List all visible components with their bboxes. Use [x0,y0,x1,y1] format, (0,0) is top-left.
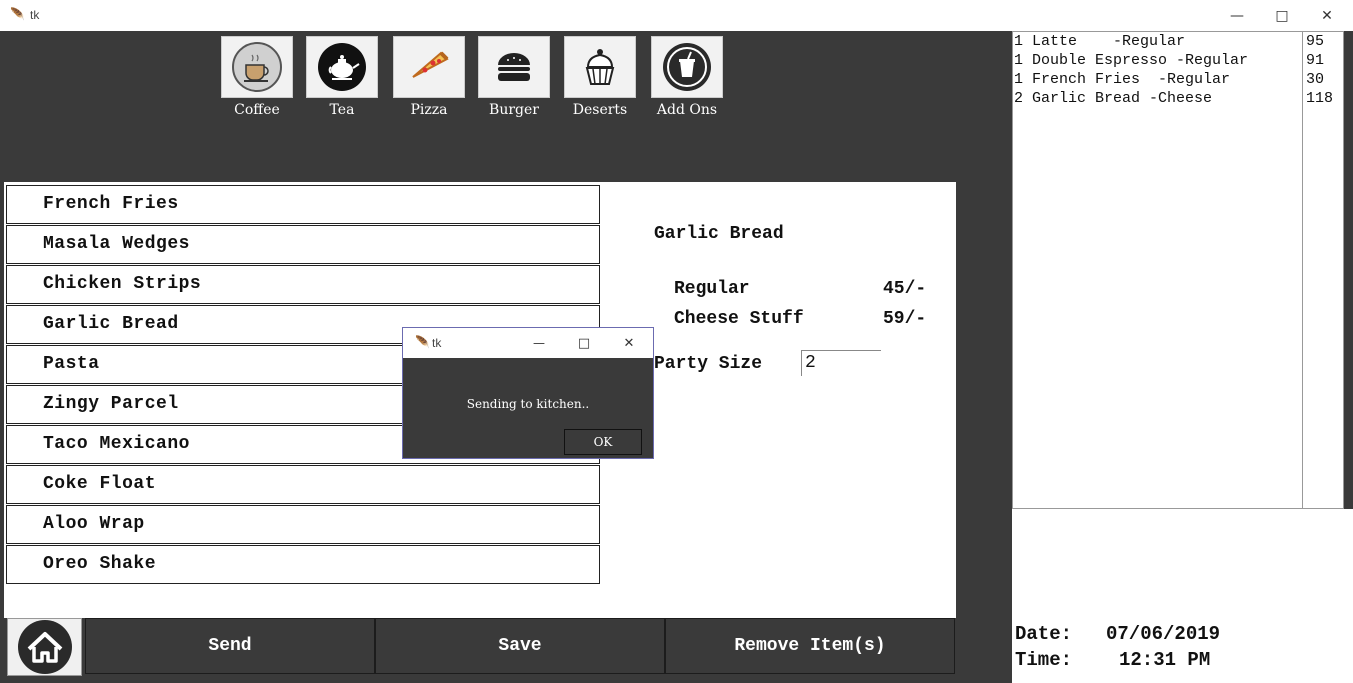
order-item-price: 95 [1306,33,1325,50]
party-size-input[interactable]: 2 [801,350,881,376]
order-item[interactable]: 1 French Fries -Regular [1014,71,1230,88]
date-value: 07/06/2019 [1106,623,1221,645]
order-list[interactable]: 1 Latte -Regular 95 1 Double Espresso -R… [1012,31,1344,509]
menu-item-label: Oreo Shake [43,554,157,574]
date-label: Date: [1015,623,1073,645]
category-burger[interactable]: Burger [478,36,550,118]
dialog-window: 🪶 tk — □ ✕ Sending to kitchen.. OK [402,327,654,459]
maximize-icon[interactable]: □ [562,328,606,358]
order-item-price: 118 [1306,90,1334,107]
time-value: 12:31 PM [1119,649,1211,671]
time-label: Time: [1015,649,1073,671]
option-cheese-stuff-price: 59/- [883,309,927,329]
party-size-label: Party Size [654,354,763,374]
option-cheese-stuff[interactable]: Cheese Stuff [674,309,804,329]
category-tea[interactable]: Tea [306,36,378,118]
order-item[interactable]: 1 Latte -Regular [1014,33,1185,50]
tk-feather-icon: 🪶 [10,7,25,21]
drink-cup-icon[interactable] [651,36,723,98]
order-item-price: 91 [1306,52,1325,69]
order-item[interactable]: 2 Garlic Bread -Cheese [1014,90,1212,107]
category-add-ons[interactable]: Add Ons [651,36,725,118]
category-label: Deserts [572,102,628,118]
detail-item-name: Garlic Bread [654,224,784,244]
category-label: Coffee [234,102,280,118]
coffee-cup-icon[interactable] [221,36,293,98]
cupcake-icon[interactable] [564,36,636,98]
menu-item-label: French Fries [43,194,179,214]
party-size-value: 2 [805,353,816,373]
dialog-message: Sending to kitchen.. [466,397,590,411]
minimize-icon[interactable]: — [1214,0,1260,31]
remove-items-button[interactable]: Remove Item(s) [665,618,955,674]
option-regular[interactable]: Regular [674,279,750,299]
menu-item-chicken-strips[interactable]: Chicken Strips [6,265,600,304]
maximize-icon[interactable]: □ [1259,0,1305,31]
burger-icon[interactable] [478,36,550,98]
dialog-title: tk [432,336,442,350]
menu-item-label: Coke Float [43,474,157,494]
close-icon[interactable]: ✕ [607,328,651,358]
order-item[interactable]: 1 Double Espresso -Regular [1014,52,1248,69]
dialog-titlebar: 🪶 tk — □ ✕ [403,328,653,358]
category-label: Burger [489,102,539,118]
pizza-slice-icon[interactable] [393,36,465,98]
order-item-price: 30 [1306,71,1325,88]
category-label: Add Ons [656,102,718,118]
order-column-divider [1302,32,1303,508]
home-icon [17,620,72,674]
menu-item-label: Zingy Parcel [43,394,179,414]
menu-item-oreo-shake[interactable]: Oreo Shake [6,545,600,584]
category-deserts[interactable]: Deserts [564,36,641,118]
menu-item-masala-wedges[interactable]: Masala Wedges [6,225,600,264]
window-title: tk [30,8,40,22]
category-label: Pizza [410,102,448,118]
menu-item-french-fries[interactable]: French Fries [6,185,600,224]
menu-item-label: Chicken Strips [43,274,202,294]
send-button[interactable]: Send [85,618,375,674]
menu-item-label: Masala Wedges [43,234,190,254]
menu-item-label: Garlic Bread [43,314,179,334]
menu-item-coke-float[interactable]: Coke Float [6,465,600,504]
save-button[interactable]: Save [375,618,665,674]
option-regular-price: 45/- [883,279,927,299]
category-pizza[interactable]: Pizza [393,36,465,118]
category-coffee[interactable]: Coffee [221,36,293,118]
menu-item-label: Aloo Wrap [43,514,145,534]
category-label: Tea [329,102,355,118]
datetime-panel: Date: 07/06/2019 Time: 12:31 PM [1012,509,1353,683]
menu-item-label: Pasta [43,354,100,374]
close-icon[interactable]: ✕ [1304,0,1350,31]
menu-item-label: Taco Mexicano [43,434,190,454]
window-titlebar: 🪶 tk — □ ✕ [0,0,1353,32]
minimize-icon[interactable]: — [517,328,561,358]
teapot-icon[interactable] [306,36,378,98]
ok-button[interactable]: OK [564,429,642,455]
menu-item-aloo-wrap[interactable]: Aloo Wrap [6,505,600,544]
home-button[interactable] [7,618,82,676]
tk-feather-icon: 🪶 [415,335,430,349]
